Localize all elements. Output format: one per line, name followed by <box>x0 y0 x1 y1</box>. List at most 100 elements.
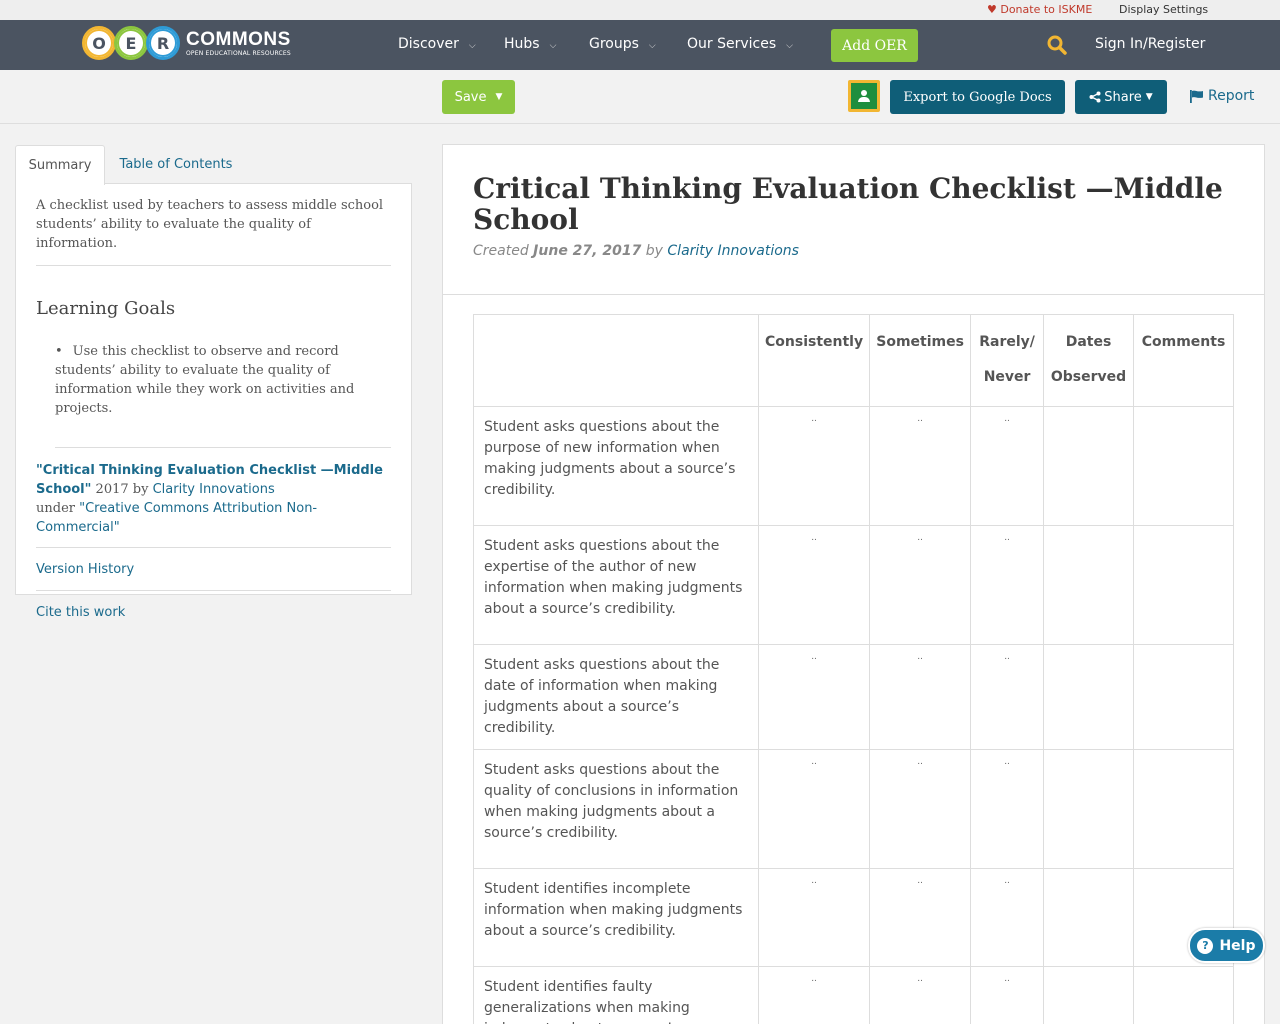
display-settings-link[interactable]: Display Settings <box>1119 3 1208 16</box>
version-history-link[interactable]: Version History <box>36 548 391 591</box>
column-header: Consistently <box>757 314 871 407</box>
checkbox-rarely-never[interactable]: .. <box>970 966 1045 1024</box>
donate-link[interactable]: ♥ Donate to ISKME <box>987 3 1092 16</box>
help-button[interactable]: ? Help <box>1188 928 1265 963</box>
search-icon[interactable] <box>1047 35 1067 55</box>
checkbox-consistently[interactable]: .. <box>757 406 871 526</box>
criterion-cell: Student asks questions about the date of… <box>473 644 759 750</box>
checkbox-sometimes[interactable]: .. <box>869 749 972 869</box>
table-row: Student asks questions about the experti… <box>473 525 1234 645</box>
dates-observed-cell <box>1043 644 1134 750</box>
nav-our-services-label: Our Services <box>687 36 777 52</box>
attribution: "Critical Thinking Evaluation Checklist … <box>36 461 391 548</box>
comments-cell <box>1133 525 1234 645</box>
cite-this-work-link[interactable]: Cite this work <box>36 591 391 633</box>
share-icon <box>1089 91 1101 103</box>
dates-observed-cell <box>1043 749 1134 869</box>
donate-label: Donate to ISKME <box>1000 3 1093 16</box>
learning-goals-heading: Learning Goals <box>36 298 176 319</box>
nav-discover[interactable]: Discover ⌵ <box>398 36 476 52</box>
checkbox-rarely-never[interactable]: .. <box>970 644 1045 750</box>
sidebar-tabs: Summary Table of Contents <box>15 145 412 185</box>
tab-summary[interactable]: Summary <box>15 145 105 185</box>
checkbox-sometimes[interactable]: .. <box>869 644 972 750</box>
table-row: Student identifies incomplete informatio… <box>473 868 1234 967</box>
chevron-down-icon: ⌵ <box>468 41 476 51</box>
tab-table-of-contents[interactable]: Table of Contents <box>105 145 247 184</box>
resource-content: Critical Thinking Evaluation Checklist —… <box>442 144 1265 1024</box>
add-oer-button[interactable]: Add OER <box>831 29 918 62</box>
caret-down-icon: ▼ <box>1145 92 1153 102</box>
learning-goal-item: Use this checklist to observe and record… <box>55 342 391 418</box>
summary-panel: A checklist used by teachers to assess m… <box>15 183 412 620</box>
criterion-cell: Student asks questions about the experti… <box>473 525 759 645</box>
by-label: by <box>641 243 668 259</box>
oer-commons-logo[interactable]: O E R COMMONS OPEN EDUCATIONAL RESOURCES <box>82 26 291 60</box>
nav-groups-label: Groups <box>589 36 639 52</box>
table-row: Student identifies faulty generalization… <box>473 966 1234 1024</box>
comments-cell <box>1133 406 1234 526</box>
column-header <box>473 314 759 407</box>
checklist-table: Consistently Sometimes Rarely/ Never Dat… <box>473 314 1234 1024</box>
page-title: Critical Thinking Evaluation Checklist —… <box>473 172 1223 236</box>
checkbox-sometimes[interactable]: .. <box>869 966 972 1024</box>
logo-letter-o: O <box>82 26 116 60</box>
checkbox-consistently[interactable]: .. <box>757 644 871 750</box>
sign-in-register-link[interactable]: Sign In/Register <box>1095 36 1205 52</box>
nav-hubs[interactable]: Hubs ⌵ <box>504 36 556 52</box>
license-link[interactable]: "Creative Commons Attribution Non-Commer… <box>36 501 317 535</box>
column-header: Dates Observed <box>1043 314 1134 407</box>
comments-cell <box>1133 966 1234 1024</box>
share-label: Share <box>1104 89 1142 105</box>
nav-hubs-label: Hubs <box>504 36 540 52</box>
attribution-under: under <box>36 501 80 516</box>
dates-observed-cell <box>1043 966 1134 1024</box>
checkbox-rarely-never[interactable]: .. <box>970 868 1045 967</box>
chevron-down-icon: ⌵ <box>648 41 656 51</box>
criterion-cell: Student asks questions about the quality… <box>473 749 759 869</box>
logo-word: COMMONS <box>186 28 291 50</box>
share-button[interactable]: Share ▼ <box>1075 80 1167 114</box>
google-classroom-icon[interactable] <box>848 80 880 112</box>
resource-toolbar: Save ▼ Export to Google Docs Share ▼ Repor… <box>0 70 1280 124</box>
column-header: Sometimes <box>869 314 972 407</box>
checkbox-sometimes[interactable]: .. <box>869 525 972 645</box>
resource-meta: Created June 27, 2017 by Clarity Innovat… <box>473 243 1234 259</box>
report-link[interactable]: Report <box>1190 88 1254 104</box>
nav-groups[interactable]: Groups ⌵ <box>589 36 656 52</box>
checkbox-consistently[interactable]: .. <box>757 868 871 967</box>
checkbox-sometimes[interactable]: .. <box>869 406 972 526</box>
comments-cell <box>1133 644 1234 750</box>
checkbox-rarely-never[interactable]: .. <box>970 406 1045 526</box>
author-link[interactable]: Clarity Innovations <box>667 243 799 259</box>
save-label: Save <box>454 89 487 105</box>
dates-observed-cell <box>1043 525 1134 645</box>
attribution-year: 2017 by <box>91 482 153 497</box>
checkbox-consistently[interactable]: .. <box>757 966 871 1024</box>
save-button[interactable]: Save ▼ <box>442 80 515 114</box>
attribution-author-link[interactable]: Clarity Innovations <box>153 482 275 497</box>
main-nav: O E R COMMONS OPEN EDUCATIONAL RESOURCES… <box>0 20 1280 70</box>
chevron-down-icon: ⌵ <box>786 41 793 51</box>
nav-our-services[interactable]: Our Services ⌵ <box>687 36 793 52</box>
criterion-cell: Student asks questions about the purpose… <box>473 406 759 526</box>
summary-text: A checklist used by teachers to assess m… <box>36 196 391 266</box>
export-google-docs-button[interactable]: Export to Google Docs <box>890 80 1065 114</box>
checkbox-sometimes[interactable]: .. <box>869 868 972 967</box>
checkbox-rarely-never[interactable]: .. <box>970 525 1045 645</box>
checkbox-consistently[interactable]: .. <box>757 525 871 645</box>
dates-observed-cell <box>1043 868 1134 967</box>
criterion-cell: Student identifies incomplete informatio… <box>473 868 759 967</box>
caret-down-icon: ▼ <box>495 92 503 102</box>
table-row: Student asks questions about the date of… <box>473 644 1234 750</box>
checkbox-consistently[interactable]: .. <box>757 749 871 869</box>
flag-icon <box>1190 89 1203 103</box>
table-header-row: Consistently Sometimes Rarely/ Never Dat… <box>473 314 1234 407</box>
created-label: Created <box>473 243 534 259</box>
help-label: Help <box>1219 937 1256 954</box>
column-header: Rarely/ Never <box>970 314 1045 407</box>
logo-tagline: OPEN EDUCATIONAL RESOURCES <box>186 49 291 57</box>
question-icon: ? <box>1197 937 1214 954</box>
checkbox-rarely-never[interactable]: .. <box>970 749 1045 869</box>
created-date: June 27, 2017 <box>533 243 642 259</box>
